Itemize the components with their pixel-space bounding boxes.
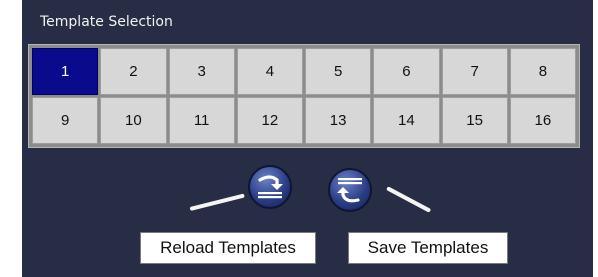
- template-cell-12[interactable]: 12: [236, 97, 303, 144]
- template-cell-7[interactable]: 7: [441, 48, 508, 95]
- template-cell-11[interactable]: 11: [168, 97, 235, 144]
- save-templates-icon[interactable]: [328, 168, 372, 212]
- template-cell-1[interactable]: 1: [32, 48, 99, 95]
- template-cell-9[interactable]: 9: [32, 97, 99, 144]
- template-cell-16[interactable]: 16: [509, 97, 576, 144]
- template-grid: 1 2 3 4 5 6 7 8 9 10 11 12 13 14 15 16: [32, 48, 576, 144]
- reload-templates-icon[interactable]: [248, 165, 292, 209]
- template-cell-2[interactable]: 2: [100, 48, 167, 95]
- save-arrow-icon: [337, 178, 362, 203]
- template-cell-10[interactable]: 10: [100, 97, 167, 144]
- template-cell-8[interactable]: 8: [509, 48, 576, 95]
- reload-leader-line: [189, 193, 245, 211]
- template-cell-3[interactable]: 3: [168, 48, 235, 95]
- panel-title: Template Selection: [40, 14, 173, 30]
- template-grid-frame: 1 2 3 4 5 6 7 8 9 10 11 12 13 14 15 16: [28, 44, 580, 148]
- save-leader-line: [386, 186, 432, 213]
- template-cell-6[interactable]: 6: [373, 48, 440, 95]
- template-cell-15[interactable]: 15: [441, 97, 508, 144]
- template-cell-4[interactable]: 4: [236, 48, 303, 95]
- save-templates-button[interactable]: Save Templates: [348, 232, 508, 264]
- template-selection-panel: Template Selection 1 2 3 4 5 6 7 8 9 10 …: [22, 0, 593, 277]
- template-cell-13[interactable]: 13: [305, 97, 372, 144]
- template-cell-14[interactable]: 14: [373, 97, 440, 144]
- reload-templates-button[interactable]: Reload Templates: [140, 232, 316, 264]
- template-cell-5[interactable]: 5: [305, 48, 372, 95]
- reload-arrow-icon: [258, 175, 283, 199]
